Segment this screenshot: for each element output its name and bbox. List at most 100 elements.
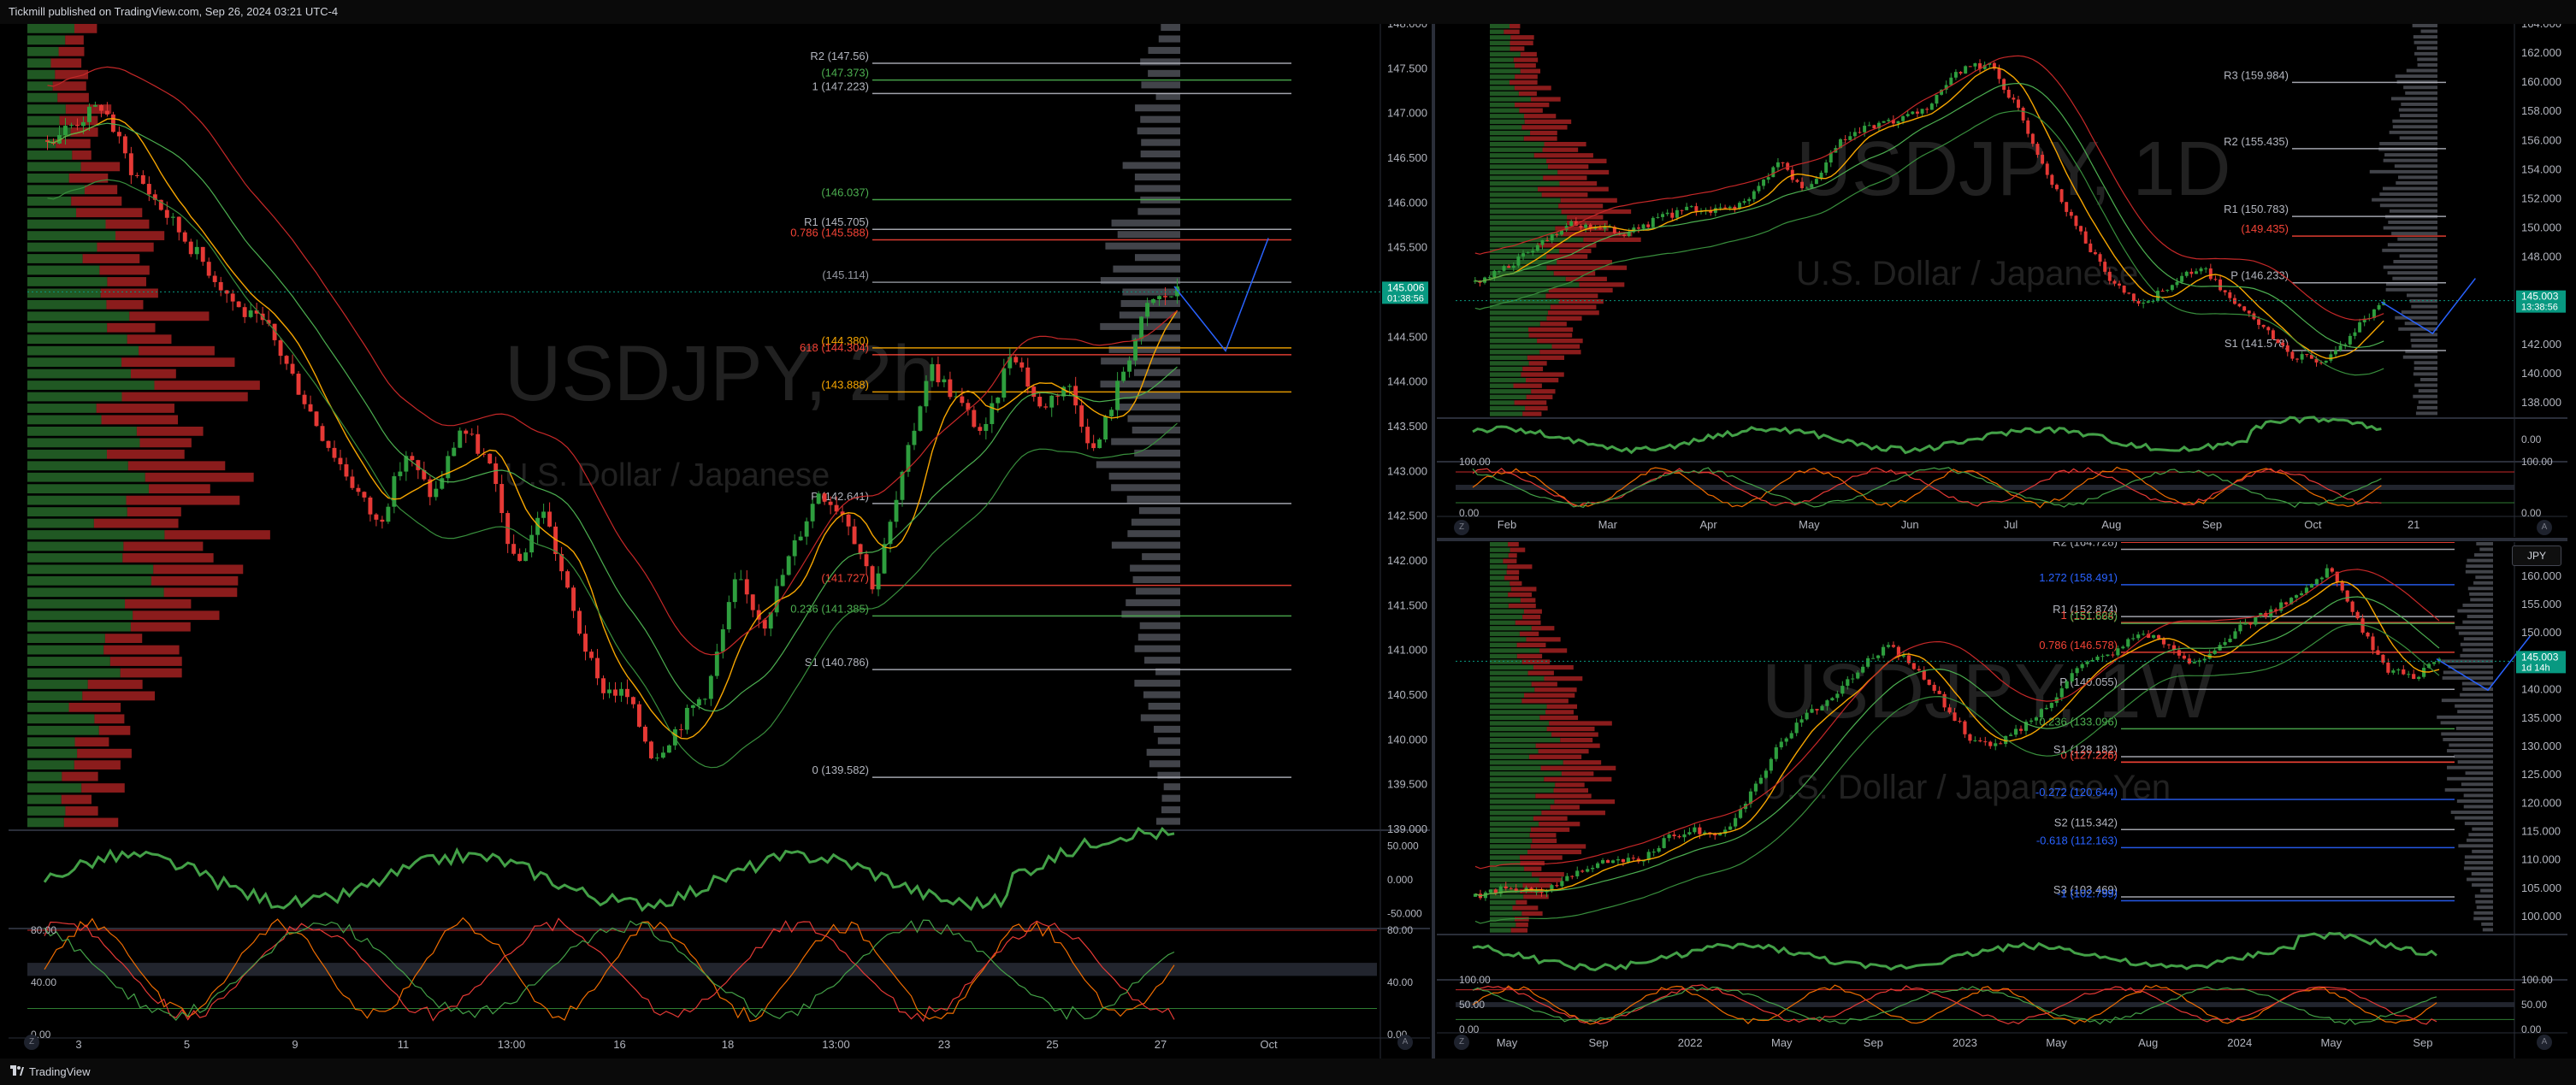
- rsi-axis-tick: 50.000: [1387, 840, 1419, 852]
- volume-profile-bar: [1539, 321, 1567, 327]
- session-volume-bar: [2406, 293, 2437, 298]
- session-volume-bar: [2464, 855, 2493, 859]
- chart-panel-1w[interactable]: USDJPY, 1WU.S. Dollar / Japanese YenR2 (…: [1437, 528, 2567, 1058]
- session-volume-bar: [2466, 564, 2493, 569]
- candle-body: [978, 427, 983, 431]
- level-label: 0.786 (146.578): [2039, 639, 2118, 652]
- candle-body: [308, 404, 313, 412]
- volume-profile-bar: [127, 334, 172, 345]
- volume-profile-bar: [1490, 215, 1568, 220]
- volume-profile-bar: [27, 277, 108, 286]
- volume-profile-bar: [27, 553, 123, 563]
- chart-1d-svg[interactable]: USDJPY, 1D U.S. Dollar / Japanese R3 (159.…: [1437, 17, 2567, 537]
- volume-profile-bar: [27, 162, 81, 172]
- session-volume-bar: [2456, 799, 2493, 803]
- candle-body: [1718, 207, 1722, 209]
- volume-profile-bar: [1533, 664, 1574, 670]
- volume-profile-bar: [1559, 181, 1598, 186]
- candle-body: [2402, 669, 2406, 675]
- timezone-toggle-left[interactable]: Z: [24, 1035, 39, 1050]
- auto-scale-left[interactable]: A: [1397, 1035, 1413, 1050]
- candle-body: [2093, 251, 2097, 255]
- volume-profile-bar: [27, 265, 100, 275]
- session-volume-bar: [1131, 334, 1180, 342]
- auto-scale-1w[interactable]: A: [2537, 1035, 2552, 1050]
- session-volume-bar: [2402, 355, 2437, 359]
- stoch-midband: [1456, 485, 2514, 490]
- volume-profile-bar: [1522, 411, 1542, 416]
- candle-body: [1043, 406, 1049, 408]
- volume-profile-bar: [1490, 805, 1551, 810]
- session-volume-bar: [2480, 888, 2493, 893]
- volume-profile-bar: [1539, 648, 1568, 653]
- volume-profile-bar: [1490, 587, 1511, 592]
- publisher-bar: Tickmill published on TradingView.com, S…: [0, 0, 2576, 24]
- volume-profile-bar: [1503, 558, 1517, 563]
- chart-2h-svg[interactable]: USDJPY, 2h U.S. Dollar / Japanese R2 (147.…: [9, 17, 1430, 1058]
- timezone-toggle-1w[interactable]: Z: [1454, 1035, 1469, 1050]
- level-label: (141.727): [821, 572, 869, 585]
- chart-1w-svg[interactable]: USDJPY, 1WU.S. Dollar / Japanese YenR2 (…: [1437, 528, 2567, 1058]
- bar-countdown: 01:38:56: [1387, 293, 1424, 304]
- session-volume-bar: [1121, 610, 1180, 618]
- volume-profile-bar: [1544, 776, 1612, 782]
- auto-scale-1d[interactable]: A: [2537, 520, 2552, 535]
- volume-profile-bar: [76, 208, 143, 218]
- candle-body: [1516, 257, 1521, 266]
- price-axis-tick: 115.000: [2521, 825, 2561, 838]
- candle-body: [589, 652, 594, 658]
- candle-body: [690, 705, 695, 708]
- time-axis-tick: 2024: [2227, 1036, 2252, 1049]
- candle-body: [134, 174, 139, 176]
- volume-profile-bar: [27, 380, 155, 390]
- session-volume-bar: [2417, 57, 2437, 62]
- candle-body: [2131, 293, 2136, 302]
- volume-profile-bar: [1509, 80, 1538, 85]
- candle-body: [2213, 279, 2218, 280]
- panel-divider-horizontal[interactable]: [1437, 538, 2567, 541]
- session-volume-bar: [1140, 150, 1180, 158]
- candle-body: [2103, 262, 2107, 272]
- candle-body: [942, 379, 947, 383]
- level-label: 1.272 (158.491): [2039, 571, 2118, 584]
- timezone-toggle-1d[interactable]: Z: [1454, 520, 1469, 535]
- time-axis-tick: May: [1771, 1036, 1793, 1049]
- volume-profile-bar: [27, 242, 97, 252]
- volume-profile-bar: [1529, 833, 1557, 838]
- volume-profile-bar: [1530, 97, 1561, 102]
- candle-body: [1973, 740, 1977, 741]
- session-volume-bar: [2474, 553, 2493, 557]
- volume-profile-bar: [1563, 760, 1602, 765]
- session-volume-bar: [1126, 495, 1180, 503]
- session-volume-bar: [2467, 615, 2493, 618]
- candle-body: [846, 514, 851, 527]
- candle-body: [92, 104, 97, 107]
- volume-profile-bar: [27, 231, 116, 240]
- volume-profile-bar: [1490, 400, 1515, 405]
- chart-panel-2h[interactable]: USDJPY, 2h U.S. Dollar / Japanese R2 (147.…: [9, 17, 1430, 1058]
- candle-body: [2417, 676, 2421, 680]
- volume-profile-bar: [1522, 883, 1551, 888]
- chart-panel-1d[interactable]: USDJPY, 1D U.S. Dollar / Japanese R3 (159.…: [1437, 17, 2567, 537]
- candle-body: [660, 752, 665, 758]
- volume-profile-bar: [1583, 237, 1641, 242]
- volume-profile-bar: [125, 599, 192, 609]
- volume-profile-bar: [80, 162, 121, 172]
- candle-body: [2340, 581, 2344, 591]
- volume-profile-bar: [27, 575, 151, 586]
- volume-profile-bar: [57, 92, 89, 103]
- panel-divider-vertical[interactable]: [1432, 24, 1435, 1058]
- candle-body: [170, 216, 175, 218]
- session-volume-bar: [2382, 248, 2437, 252]
- candle-body: [2228, 638, 2232, 643]
- volume-profile-bar: [1504, 575, 1519, 581]
- volume-profile-bar: [1561, 771, 1594, 776]
- candle-body: [2377, 304, 2381, 310]
- volume-profile-bar: [1510, 581, 1522, 587]
- candle-body: [1963, 721, 1967, 734]
- candle-body: [529, 534, 535, 553]
- volume-profile-bar: [27, 622, 131, 632]
- candle-body: [1757, 186, 1761, 192]
- candle-body: [2396, 669, 2401, 671]
- currency-button[interactable]: JPY: [2512, 545, 2561, 566]
